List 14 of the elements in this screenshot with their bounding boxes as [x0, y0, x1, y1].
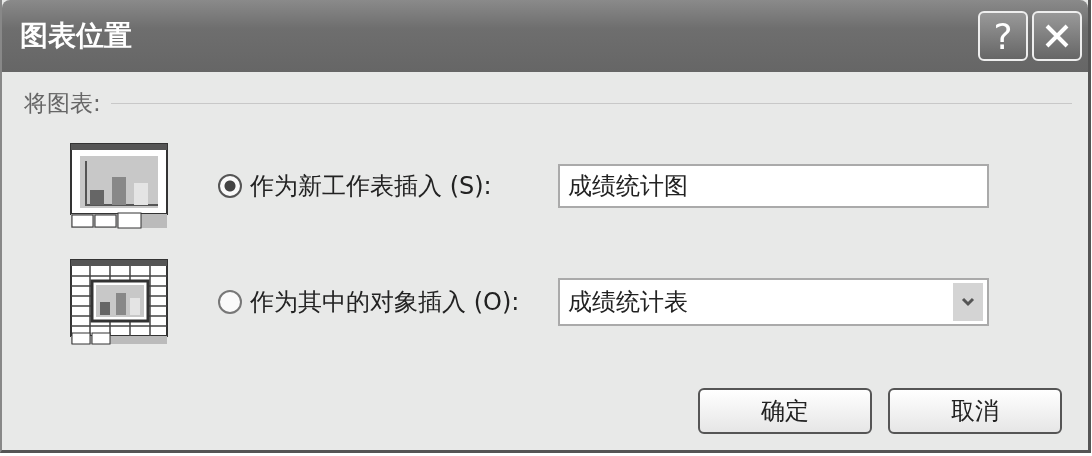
- radio-option[interactable]: 作为其中的对象插入 (O):: [218, 286, 558, 318]
- help-button[interactable]: ?: [978, 11, 1028, 61]
- window-title: 图表位置: [20, 18, 132, 54]
- dialog-button[interactable]: 确定: [698, 388, 872, 434]
- chart-sheet-icon: [70, 143, 168, 229]
- close-button[interactable]: [1032, 11, 1082, 61]
- radio-button[interactable]: [218, 174, 242, 198]
- dialog-button[interactable]: 取消: [888, 388, 1062, 434]
- radio-button[interactable]: [218, 290, 242, 314]
- radio-option[interactable]: 作为新工作表插入 (S):: [218, 170, 558, 202]
- group-label: 将图表:: [24, 89, 101, 118]
- embedded-chart-icon: [70, 259, 168, 345]
- dropdown[interactable]: 成绩统计表: [558, 278, 989, 326]
- text-field[interactable]: 成绩统计图: [558, 164, 989, 208]
